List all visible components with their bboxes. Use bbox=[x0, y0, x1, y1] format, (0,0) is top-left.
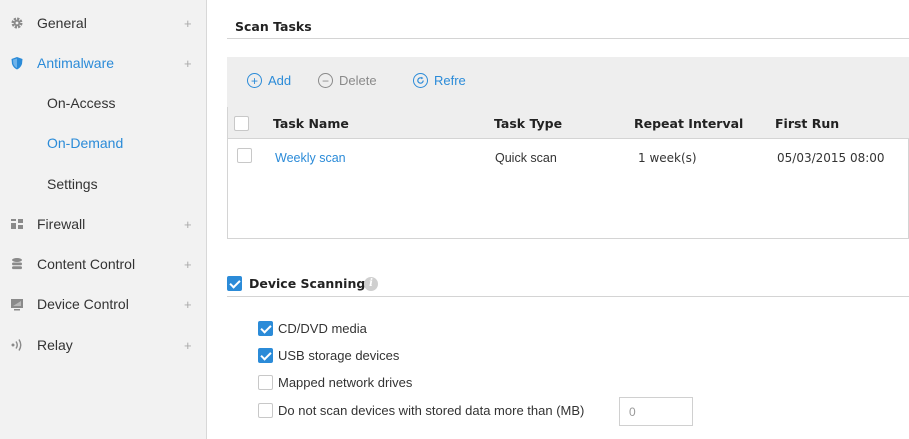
sidebar-item-relay[interactable]: Relay + bbox=[0, 325, 207, 365]
scan-tasks-toolbar: + Add − Delete Refre bbox=[227, 57, 909, 107]
table-header: Task Name Task Type Repeat Interval Firs… bbox=[228, 107, 909, 139]
divider bbox=[227, 38, 909, 39]
usb-storage-checkbox[interactable] bbox=[258, 348, 273, 363]
sidebar-item-label: Relay bbox=[37, 337, 73, 353]
plus-circle-icon: + bbox=[247, 73, 262, 88]
expand-icon[interactable]: + bbox=[184, 338, 192, 353]
refresh-button[interactable]: Refre bbox=[413, 73, 466, 88]
sidebar-subitem-label: On-Demand bbox=[47, 135, 124, 151]
row-checkbox[interactable] bbox=[237, 148, 252, 163]
database-icon bbox=[10, 257, 24, 271]
sidebar-item-label: Firewall bbox=[37, 216, 86, 232]
sidebar-item-label: General bbox=[37, 15, 87, 31]
expand-icon[interactable]: + bbox=[184, 257, 192, 272]
max-size-input[interactable] bbox=[619, 397, 693, 426]
delete-button[interactable]: − Delete bbox=[318, 73, 377, 88]
sidebar-subitem-on-demand[interactable]: On-Demand bbox=[0, 123, 207, 163]
usb-storage-label: USB storage devices bbox=[278, 348, 400, 363]
expand-icon[interactable]: + bbox=[184, 16, 192, 31]
sidebar-item-label: Antimalware bbox=[37, 55, 115, 71]
gear-icon bbox=[10, 16, 24, 30]
task-name-link[interactable]: Weekly scan bbox=[275, 151, 346, 165]
sidebar-item-device-control[interactable]: Device Control + bbox=[0, 284, 207, 324]
device-scanning-title: Device Scanning bbox=[249, 276, 366, 291]
sidebar-subitem-settings[interactable]: Settings bbox=[0, 164, 207, 204]
refresh-label: Refre bbox=[434, 73, 466, 88]
expand-icon[interactable]: + bbox=[184, 297, 192, 312]
cd-dvd-label: CD/DVD media bbox=[278, 321, 367, 336]
task-type-cell: Quick scan bbox=[495, 151, 557, 165]
repeat-interval-cell: 1 week(s) bbox=[638, 151, 697, 165]
info-icon[interactable]: i bbox=[364, 277, 378, 291]
column-header-task-type[interactable]: Task Type bbox=[494, 116, 562, 131]
refresh-icon bbox=[413, 73, 428, 88]
divider bbox=[227, 296, 909, 297]
cd-dvd-checkbox[interactable] bbox=[258, 321, 273, 336]
expand-icon[interactable]: + bbox=[184, 56, 192, 71]
sidebar-item-content-control[interactable]: Content Control + bbox=[0, 244, 207, 284]
select-all-checkbox[interactable] bbox=[234, 116, 249, 131]
column-header-repeat-interval[interactable]: Repeat Interval bbox=[634, 116, 743, 131]
sidebar-item-label: Content Control bbox=[37, 256, 136, 272]
scan-tasks-title: Scan Tasks bbox=[235, 19, 312, 34]
expand-icon[interactable]: + bbox=[184, 217, 192, 232]
minus-circle-icon: − bbox=[318, 73, 333, 88]
sidebar: General + Antimalware + On-Access On-Dem… bbox=[0, 0, 207, 439]
max-size-checkbox[interactable] bbox=[258, 403, 273, 418]
sidebar-item-label: Device Control bbox=[37, 296, 129, 312]
mapped-drives-label: Mapped network drives bbox=[278, 375, 413, 390]
mapped-drives-checkbox[interactable] bbox=[258, 375, 273, 390]
delete-label: Delete bbox=[339, 73, 377, 88]
sidebar-item-general[interactable]: General + bbox=[0, 3, 207, 43]
device-scanning-checkbox[interactable] bbox=[227, 276, 242, 291]
column-header-first-run[interactable]: First Run bbox=[775, 116, 839, 131]
sidebar-subitem-label: Settings bbox=[47, 176, 98, 192]
first-run-cell: 05/03/2015 08:00 bbox=[777, 151, 885, 165]
max-size-label: Do not scan devices with stored data mor… bbox=[278, 403, 585, 418]
broadcast-icon bbox=[10, 338, 24, 352]
shield-icon bbox=[10, 56, 24, 70]
sidebar-subitem-on-access[interactable]: On-Access bbox=[0, 83, 207, 123]
add-button[interactable]: + Add bbox=[247, 73, 291, 88]
add-label: Add bbox=[268, 73, 292, 88]
scan-tasks-table: Task Name Task Type Repeat Interval Firs… bbox=[227, 107, 909, 239]
sidebar-item-firewall[interactable]: Firewall + bbox=[0, 204, 207, 244]
firewall-icon bbox=[10, 217, 24, 231]
sidebar-item-antimalware[interactable]: Antimalware + bbox=[0, 43, 207, 83]
sidebar-subitem-label: On-Access bbox=[47, 95, 116, 111]
monitor-icon bbox=[10, 297, 24, 311]
column-header-task-name[interactable]: Task Name bbox=[273, 116, 349, 131]
